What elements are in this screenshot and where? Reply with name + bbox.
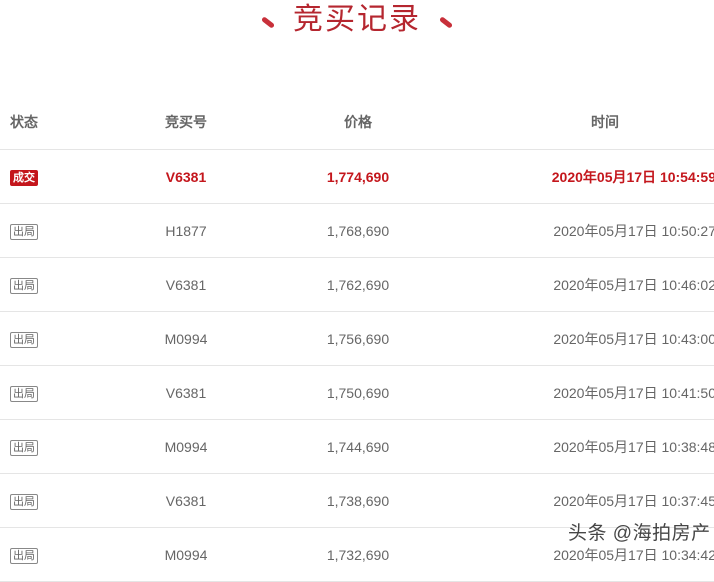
table-row: 成交 V6381 1,774,690 2020年05月17日 10:54:59 (0, 149, 714, 204)
status-badge: 出局 (10, 385, 38, 402)
bid-price: 1,768,690 (262, 203, 454, 258)
section-header: 竞买记录 (0, 0, 714, 44)
bidder-id: M0994 (110, 311, 262, 366)
status-badge: 出局 (10, 277, 38, 294)
table-row: 出局 V6381 1,750,690 2020年05月17日 10:41:50 (0, 365, 714, 420)
bidder-id: V6381 (110, 473, 262, 528)
status-cell: 出局 (0, 473, 110, 528)
status-cell: 成交 (0, 149, 110, 204)
table-header-row: 状态 竞买号 价格 时间 (0, 95, 714, 150)
bid-time: 2020年05月17日 10:54:59 (454, 149, 714, 204)
bid-price: 1,750,690 (262, 365, 454, 420)
bidder-id: M0994 (110, 527, 262, 582)
status-cell: 出局 (0, 257, 110, 312)
table-row: 出局 M0994 1,744,690 2020年05月17日 10:38:48 (0, 419, 714, 474)
table-row: 出局 V6381 1,762,690 2020年05月17日 10:46:02 (0, 257, 714, 312)
bid-price: 1,756,690 (262, 311, 454, 366)
status-cell: 出局 (0, 527, 110, 582)
bidder-id: V6381 (110, 149, 262, 204)
page-title: 竞买记录 (293, 3, 421, 36)
status-cell: 出局 (0, 203, 110, 258)
status-cell: 出局 (0, 365, 110, 420)
status-badge: 出局 (10, 331, 38, 348)
status-badge: 成交 (10, 169, 38, 186)
bidder-id: V6381 (110, 257, 262, 312)
column-header-price: 价格 (262, 95, 454, 150)
bid-price: 1,762,690 (262, 257, 454, 312)
status-cell: 出局 (0, 311, 110, 366)
status-badge: 出局 (10, 547, 38, 564)
watermark: 头条 @海拍房产 (568, 523, 711, 544)
bid-time: 2020年05月17日 10:50:27 (454, 203, 714, 258)
bid-time: 2020年05月17日 10:41:50 (454, 365, 714, 420)
table-row: 出局 M0994 1,756,690 2020年05月17日 10:43:00 (0, 311, 714, 366)
column-header-status: 状态 (0, 95, 110, 150)
bid-price: 1,732,690 (262, 527, 454, 582)
bidder-id: H1877 (110, 203, 262, 258)
status-cell: 出局 (0, 419, 110, 474)
table-row: 出局 H1877 1,768,690 2020年05月17日 10:50:27 (0, 203, 714, 258)
status-badge: 出局 (10, 439, 38, 456)
bid-time: 2020年05月17日 10:46:02 (454, 257, 714, 312)
bid-price: 1,744,690 (262, 419, 454, 474)
bid-price: 1,738,690 (262, 473, 454, 528)
bid-record-table: 状态 竞买号 价格 时间 成交 V6381 1,774,690 2020年05月17日… (0, 95, 714, 582)
decor-dash-right (438, 15, 454, 29)
status-badge: 出局 (10, 223, 38, 240)
decor-dash-left (260, 15, 276, 29)
bid-time: 2020年05月17日 10:38:48 (454, 419, 714, 474)
bid-time: 2020年05月17日 10:43:00 (454, 311, 714, 366)
column-header-bidder: 竞买号 (110, 95, 262, 150)
bidder-id: M0994 (110, 419, 262, 474)
status-badge: 出局 (10, 493, 38, 510)
column-header-time: 时间 (454, 95, 714, 150)
bidder-id: V6381 (110, 365, 262, 420)
bid-price: 1,774,690 (262, 149, 454, 204)
